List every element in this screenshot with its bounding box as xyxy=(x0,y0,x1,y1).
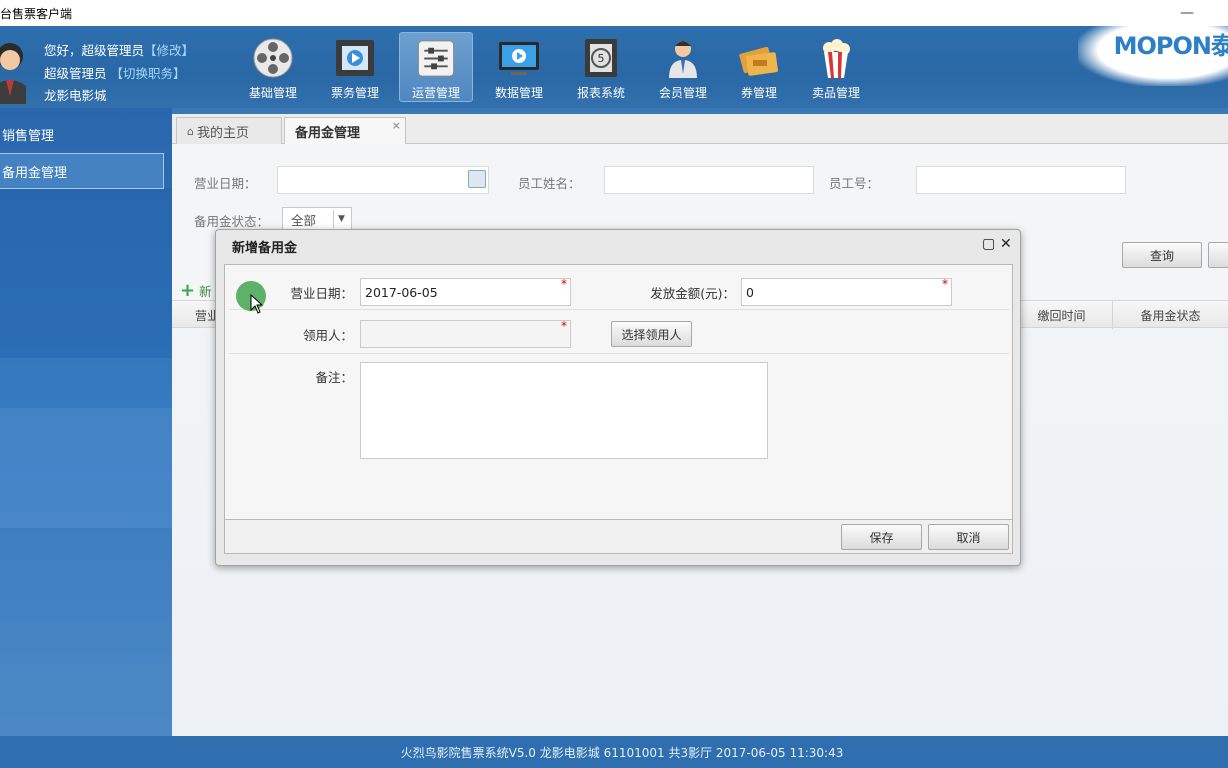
brand-logo: MOPON泰 xyxy=(1113,32,1228,60)
film-countdown-icon: 5 xyxy=(585,39,617,77)
recipient-label: 领用人： xyxy=(302,328,353,343)
tab-home[interactable]: ⌂ 我的主页 xyxy=(176,117,282,144)
tickets-icon xyxy=(739,46,778,76)
edit-profile-link[interactable]: 【修改】 xyxy=(144,43,194,58)
status-select-value: 全部 xyxy=(291,212,317,228)
nav-ticket-management[interactable]: 票务管理 xyxy=(318,32,392,102)
nav-coupon-management[interactable]: 券管理 xyxy=(722,32,796,102)
sidebar-background xyxy=(0,408,172,528)
remark-label: 备注： xyxy=(315,370,353,385)
chevron-down-icon: ▼ xyxy=(333,210,349,228)
sliders-icon xyxy=(417,40,455,77)
monitor-play-icon xyxy=(499,42,539,75)
tab-label: 我的主页 xyxy=(196,125,249,141)
sidebar: 销售管理 备用金管理 xyxy=(0,108,172,768)
nav-label: 卖品管理 xyxy=(811,86,860,100)
save-button[interactable]: 保存 xyxy=(841,524,922,550)
home-icon: ⌂ xyxy=(187,124,194,138)
divider xyxy=(229,309,1009,310)
switch-role-link[interactable]: 【切换职务】 xyxy=(111,66,186,81)
svg-text:5: 5 xyxy=(598,52,605,65)
choose-recipient-button[interactable]: 选择领用人 xyxy=(611,321,692,347)
maximize-button[interactable] xyxy=(1206,0,1228,26)
status-bar: 火烈鸟影院售票系统V5.0 龙影电影城 61101001 共3影厅 2017-0… xyxy=(0,736,1228,768)
role-text: 超级管理员 xyxy=(44,66,107,81)
add-button-label: 新 xyxy=(199,284,212,299)
divider xyxy=(229,353,1009,354)
user-info: 您好，超级管理员【修改】 超级管理员 【切换职务】 龙影电影城 xyxy=(0,36,210,106)
query-button[interactable]: 查询 xyxy=(1122,242,1202,268)
nav-label: 报表系统 xyxy=(576,86,625,100)
nav-report-system[interactable]: 5 报表系统 xyxy=(564,32,638,102)
nav-label: 运营管理 xyxy=(411,86,460,100)
cinema-name: 龙影电影城 xyxy=(44,88,107,103)
required-mark: * xyxy=(561,277,567,291)
close-icon[interactable]: × xyxy=(392,119,401,132)
employee-name-input[interactable] xyxy=(604,166,814,194)
app-header: 您好，超级管理员【修改】 超级管理员 【切换职务】 龙影电影城 基础管理 票务管… xyxy=(0,26,1228,108)
window-titlebar: 后台售票客户端 — xyxy=(0,0,1228,26)
nav-basic-management[interactable]: 基础管理 xyxy=(236,32,310,102)
business-date-label: 营业日期： xyxy=(290,286,353,301)
tab-label: 备用金管理 xyxy=(295,125,361,141)
remark-textarea[interactable] xyxy=(360,362,768,459)
maximize-icon[interactable]: ▢ xyxy=(982,236,995,252)
tab-petty-cash[interactable]: 备用金管理 × xyxy=(284,117,406,144)
employee-no-label: 员工号： xyxy=(829,176,880,191)
nav-concession-management[interactable]: 卖品管理 xyxy=(799,32,873,102)
nav-member-management[interactable]: 会员管理 xyxy=(646,32,720,102)
nav-operation-management[interactable]: 运营管理 xyxy=(399,32,473,102)
mouse-pointer-icon xyxy=(250,294,264,314)
film-reel-icon xyxy=(253,38,293,78)
nav-label: 券管理 xyxy=(740,86,777,100)
nav-label: 票务管理 xyxy=(330,86,379,100)
add-petty-cash-dialog: 新增备用金 ▢ ✕ 营业日期： 2017-06-05 * 发放金额(元)： 0 … xyxy=(215,229,1021,566)
nav-data-management[interactable]: 数据管理 xyxy=(482,32,556,102)
amount-label: 发放金额(元)： xyxy=(650,286,735,301)
dialog-footer: 保存 取消 xyxy=(224,520,1013,554)
employee-no-input[interactable] xyxy=(916,166,1126,194)
close-icon[interactable]: ✕ xyxy=(1000,236,1012,252)
required-mark: * xyxy=(942,277,948,291)
brand-area: MOPON泰 xyxy=(1078,26,1228,86)
film-strip-play-icon xyxy=(336,40,374,76)
add-button[interactable]: + 新 xyxy=(180,280,212,301)
amount-field[interactable]: 0 xyxy=(741,278,952,306)
nav-label: 会员管理 xyxy=(658,86,707,100)
dialog-title: 新增备用金 xyxy=(232,240,298,256)
extra-button[interactable] xyxy=(1208,242,1228,268)
business-date-input[interactable] xyxy=(277,166,489,194)
status-label: 备用金状态： xyxy=(194,214,270,229)
dialog-body: 营业日期： 2017-06-05 * 发放金额(元)： 0 * 领用人： * 选… xyxy=(224,264,1013,520)
sidebar-background xyxy=(0,188,172,358)
plus-icon: + xyxy=(180,280,196,301)
nav-label: 基础管理 xyxy=(248,86,297,100)
calendar-icon[interactable] xyxy=(468,170,486,188)
tab-strip: ⌂ 我的主页 备用金管理 × xyxy=(172,114,1228,144)
greeting-text: 您好，超级管理员 xyxy=(44,43,145,58)
status-select[interactable]: 全部 ▼ xyxy=(282,207,352,231)
business-date-label: 营业日期： xyxy=(194,176,257,191)
required-mark: * xyxy=(561,319,567,333)
employee-name-label: 员工姓名： xyxy=(518,176,581,191)
sidebar-item-petty-cash-management[interactable]: 备用金管理 xyxy=(0,153,164,189)
recipient-field[interactable] xyxy=(360,320,571,348)
minimize-button[interactable]: — xyxy=(1164,0,1210,26)
window-title: 后台售票客户端 xyxy=(0,6,73,21)
nav-label: 数据管理 xyxy=(494,86,543,100)
column-header[interactable]: 备用金状态 xyxy=(1112,301,1228,329)
avatar xyxy=(0,43,26,104)
popcorn-icon xyxy=(823,39,850,78)
business-date-field[interactable]: 2017-06-05 xyxy=(360,278,571,306)
cancel-button[interactable]: 取消 xyxy=(928,524,1009,550)
sidebar-item-sales-management[interactable]: 销售管理 xyxy=(0,116,164,152)
column-header[interactable]: 缴回时间 xyxy=(1012,301,1110,329)
member-person-icon xyxy=(669,41,697,78)
